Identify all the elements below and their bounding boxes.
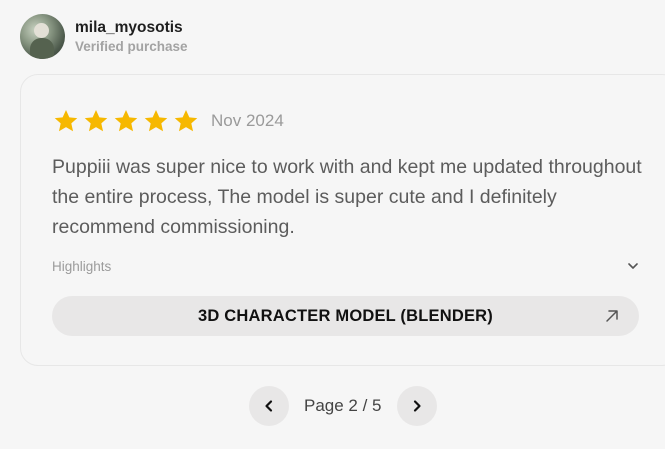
star-rating	[53, 108, 203, 134]
service-label: 3D CHARACTER MODEL (BLENDER)	[198, 306, 493, 325]
star-icon	[53, 108, 79, 134]
highlights-toggle[interactable]: Highlights	[52, 256, 639, 276]
star-icon	[113, 108, 139, 134]
review-card: Nov 2024 Puppiii was super nice to work …	[20, 74, 665, 366]
reviewer-header: mila_myosotis Verified purchase	[20, 14, 188, 59]
verified-purchase-label: Verified purchase	[75, 39, 188, 54]
avatar-body	[30, 38, 54, 59]
highlights-label: Highlights	[52, 258, 112, 274]
service-link-button[interactable]: 3D CHARACTER MODEL (BLENDER)	[52, 296, 639, 336]
chevron-down-icon[interactable]	[627, 260, 639, 272]
star-icon	[83, 108, 109, 134]
review-page: mila_myosotis Verified purchase Nov 2024…	[0, 0, 665, 449]
previous-page-button[interactable]	[249, 386, 289, 426]
reviewer-username[interactable]: mila_myosotis	[75, 18, 188, 38]
next-page-button[interactable]	[396, 386, 437, 426]
reviewer-info: mila_myosotis Verified purchase	[75, 18, 188, 55]
chevron-left-icon	[265, 400, 273, 412]
review-date: Nov 2024	[211, 111, 284, 130]
avatar[interactable]	[20, 14, 65, 59]
review-text: Puppiii was super nice to work with and …	[52, 156, 642, 238]
star-icon	[173, 108, 199, 134]
chevron-right-icon	[413, 400, 421, 412]
star-icon	[143, 108, 169, 134]
avatar-head	[34, 23, 49, 38]
rating-row: Nov 2024	[53, 108, 284, 134]
arrow-up-right-icon	[604, 308, 620, 324]
pagination: Page 2 / 5	[249, 386, 437, 426]
page-indicator: Page 2 / 5	[304, 396, 382, 415]
